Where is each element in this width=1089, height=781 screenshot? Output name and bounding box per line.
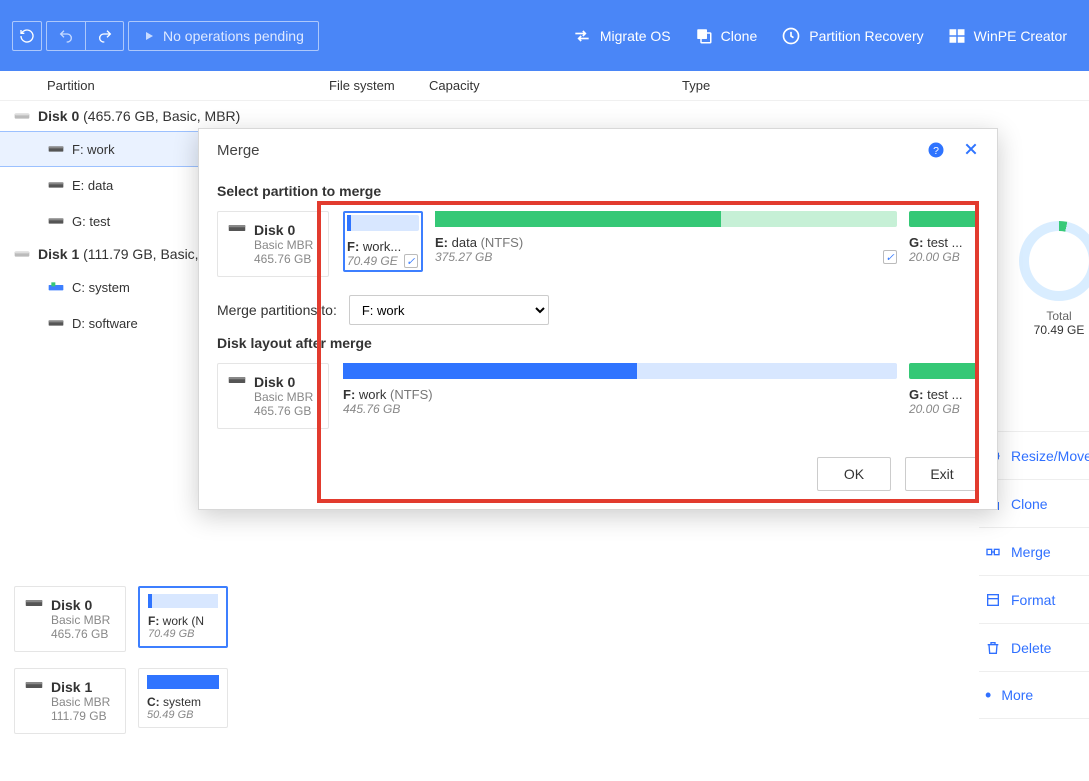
disk-icon [14,249,30,259]
redo-icon [97,28,113,44]
pending-ops-label: No operations pending [163,28,304,44]
svg-text:?: ? [933,145,939,157]
disk-icon [228,374,246,386]
storage-pie: Total 70.49 GE [1019,221,1089,337]
action-more[interactable]: • More [979,671,1089,719]
close-icon[interactable] [963,141,979,157]
bottom-part-f[interactable]: F: work (N 70.49 GB [138,586,228,648]
undo-icon [58,28,74,44]
migrate-icon [572,26,592,46]
format-icon [985,592,1001,608]
column-headers: Partition File system Capacity Type [0,71,1089,101]
disk-icon [25,679,43,691]
source-disk-block: Disk 0 Basic MBR 465.76 GB F: work... 70… [217,211,979,277]
action-delete[interactable]: Delete [979,623,1089,671]
play-icon [143,30,155,42]
bullet-icon: • [985,686,991,704]
disk-icon [14,111,30,121]
exit-button[interactable]: Exit [905,457,979,491]
merge-part-f[interactable]: F: work... 70.49 GE✓ [343,211,423,272]
migrate-os-button[interactable]: Migrate OS [562,26,681,46]
dialog-title: Merge [217,142,260,159]
delete-icon [985,640,1001,656]
refresh-button[interactable] [12,21,42,51]
refresh-icon [19,28,35,44]
merge-to-label: Merge partitions to: [217,302,337,318]
merge-part-g[interactable]: G: test ... 20.00 GB [909,211,979,272]
merge-part-e[interactable]: E: data (NTFS) 375.27 GB ✓ [435,211,897,272]
after-part-g: G: test ... 20.00 GB [909,363,979,416]
checkbox-e[interactable]: ✓ [883,250,897,264]
redo-button[interactable] [85,22,123,50]
partition-icon [48,216,64,226]
undo-button[interactable] [47,22,85,50]
col-filesystem[interactable]: File system [315,78,415,93]
disk-row-0[interactable]: Disk 0 (465.76 GB, Basic, MBR) [0,101,990,131]
partition-icon [48,180,64,190]
after-disk-block: Disk 0 Basic MBR 465.76 GB F: work (NTFS… [217,363,979,429]
clone-icon [695,27,713,45]
winpe-creator-button[interactable]: WinPE Creator [938,27,1077,45]
bottom-disk1-card[interactable]: Disk 1 Basic MBR 111.79 GB [14,668,126,734]
action-merge[interactable]: Merge [979,527,1089,575]
partition-icon [48,318,64,328]
merge-dialog: Merge ? Select partition to merge Disk 0… [198,128,998,510]
select-partition-label: Select partition to merge [217,183,979,199]
disk-icon [228,222,246,234]
bottom-part-c[interactable]: C: system 50.49 GB [138,668,228,728]
disk-icon [25,597,43,609]
partition-icon [48,144,64,154]
source-disk-summary: Disk 0 Basic MBR 465.76 GB [217,211,329,277]
after-layout-label: Disk layout after merge [217,335,979,351]
bottom-disk-layout: Disk 0 Basic MBR 465.76 GB F: work (N 70… [14,586,228,734]
pending-ops-button[interactable]: No operations pending [128,21,319,51]
recovery-icon [781,26,801,46]
merge-icon [985,544,1001,560]
checkbox-f[interactable]: ✓ [404,254,418,268]
bottom-disk0-card[interactable]: Disk 0 Basic MBR 465.76 GB [14,586,126,652]
top-toolbar: No operations pending Migrate OS Clone P… [0,0,1089,71]
after-part-f: F: work (NTFS) 445.76 GB [343,363,897,416]
partition-recovery-button[interactable]: Partition Recovery [771,26,933,46]
col-capacity[interactable]: Capacity [415,78,668,93]
after-disk-summary: Disk 0 Basic MBR 465.76 GB [217,363,329,429]
pie-chart-icon [1019,221,1089,301]
help-icon[interactable]: ? [927,141,945,159]
system-partition-icon [48,282,64,292]
clone-button[interactable]: Clone [685,27,768,45]
col-partition[interactable]: Partition [0,78,315,93]
windows-icon [948,27,966,45]
col-type[interactable]: Type [668,78,788,93]
action-format[interactable]: Format [979,575,1089,623]
ok-button[interactable]: OK [817,457,891,491]
merge-target-select[interactable]: F: work [349,295,549,325]
undo-redo-group [46,21,124,51]
